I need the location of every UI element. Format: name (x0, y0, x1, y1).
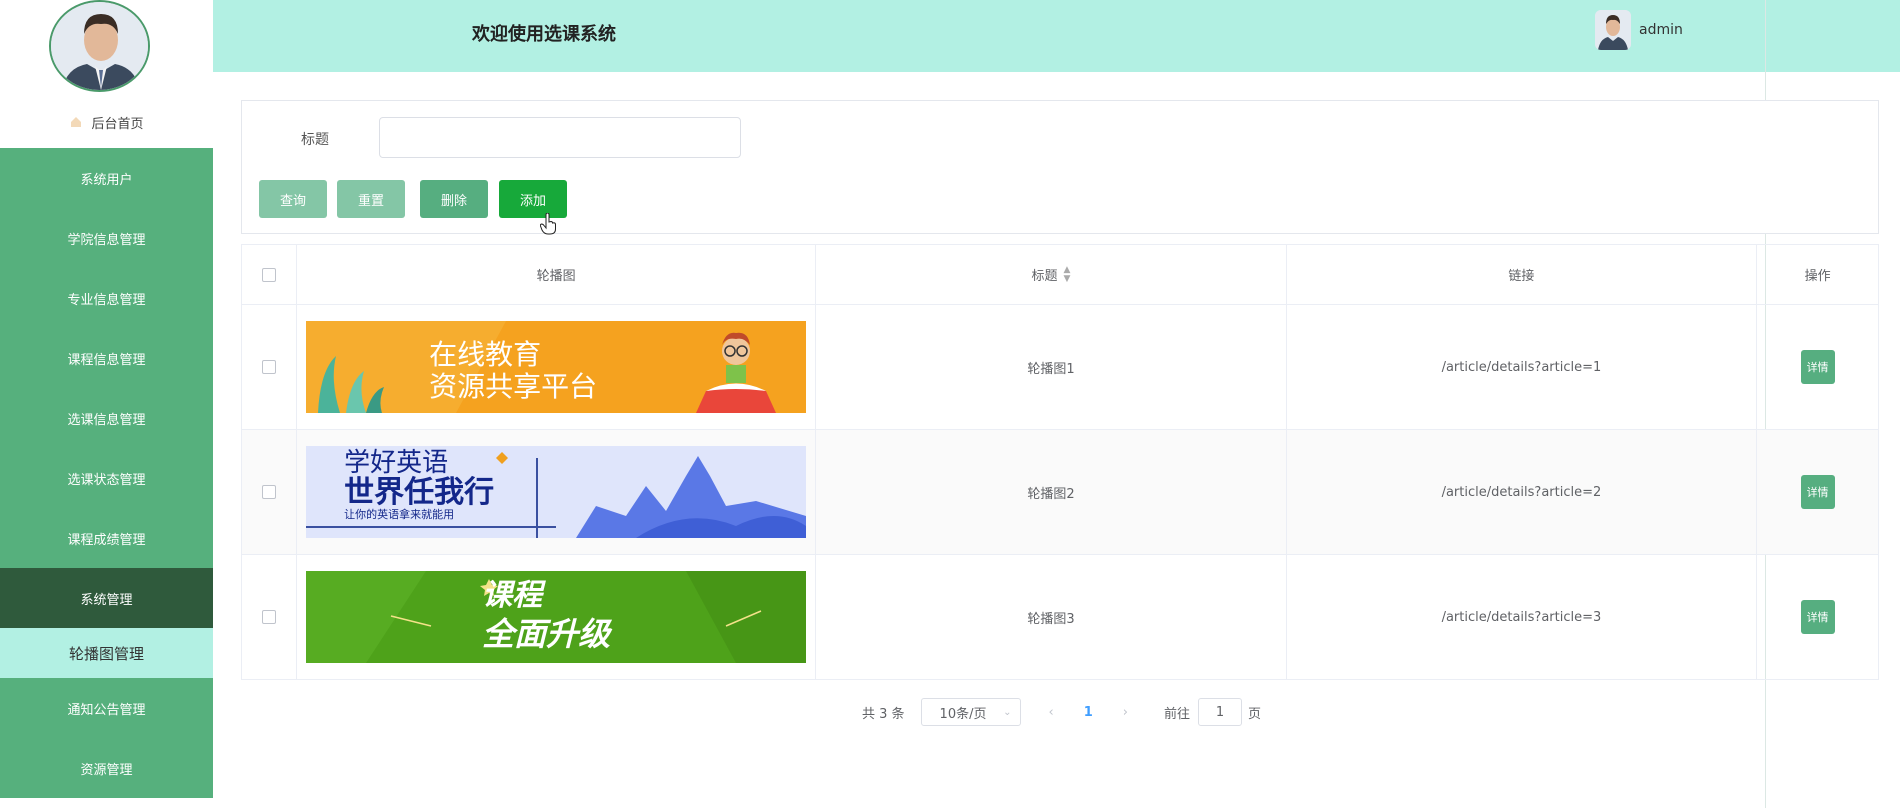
sort-icon[interactable]: ▲ ▼ (1064, 265, 1071, 284)
sidebar: 后台首页 系统用户 学院信息管理 专业信息管理 课程信息管理 选课信息管理 选课… (0, 0, 213, 808)
home-icon (71, 117, 82, 127)
carousel-table: 轮播图 标题 ▲ ▼ 链接 操作 在线教育 资源共享平台 轮播图1 /artic… (241, 244, 1879, 680)
sidebar-item-selection-status[interactable]: 选课状态管理 (0, 448, 213, 508)
row-link: /article/details?article=2 (1287, 430, 1758, 554)
pagination: 共 3 条 10条/页 ⌄ ‹ 1 › 前往 1 页 (862, 698, 1261, 726)
banner-text: 全面升级 (482, 615, 611, 653)
column-header-title[interactable]: 标题 ▲ ▼ (816, 245, 1287, 304)
title-search-input[interactable] (379, 117, 741, 158)
chevron-down-icon: ⌄ (1003, 706, 1012, 718)
sidebar-item-notice[interactable]: 通知公告管理 (0, 678, 213, 738)
user-avatar (1595, 10, 1631, 50)
reset-button[interactable]: 重置 (337, 180, 405, 218)
column-header-image: 轮播图 (297, 245, 817, 304)
delete-button[interactable]: 删除 (420, 180, 488, 218)
home-label: 后台首页 (91, 116, 144, 132)
table-header: 轮播图 标题 ▲ ▼ 链接 操作 (242, 245, 1878, 305)
banner-text: 在线教育 (429, 338, 542, 371)
row-link: /article/details?article=1 (1287, 305, 1758, 429)
current-page[interactable]: 1 (1084, 705, 1093, 720)
table-row: 在线教育 资源共享平台 轮播图1 /article/details?articl… (242, 305, 1878, 430)
sidebar-item-resources[interactable]: 资源管理 (0, 738, 213, 798)
row-checkbox[interactable] (261, 485, 276, 499)
table-row: 学好英语 世界任我行 让你的英语拿来就能用 轮播图2 /article/deta… (242, 430, 1878, 555)
column-header-actions: 操作 (1804, 269, 1831, 284)
admin-avatar (49, 0, 150, 92)
row-title: 轮播图3 (816, 555, 1287, 679)
detail-button[interactable]: 详情 (1800, 350, 1835, 384)
row-title: 轮播图1 (816, 305, 1287, 429)
sidebar-item-major[interactable]: 专业信息管理 (0, 268, 213, 328)
user-menu[interactable]: admin (1595, 10, 1683, 50)
row-link: /article/details?article=3 (1287, 555, 1758, 679)
home-link[interactable]: 后台首页 (0, 110, 213, 134)
username: admin (1639, 22, 1683, 38)
detail-button[interactable]: 详情 (1800, 600, 1835, 634)
row-title: 轮播图2 (816, 430, 1287, 554)
sidebar-item-college[interactable]: 学院信息管理 (0, 208, 213, 268)
column-header-link: 链接 (1287, 245, 1758, 304)
title-filter-label: 标题 (301, 132, 329, 148)
sidebar-item-selection[interactable]: 选课信息管理 (0, 388, 213, 448)
goto-page-input[interactable]: 1 (1198, 698, 1243, 726)
next-page-icon[interactable]: › (1123, 705, 1128, 720)
sidebar-item-system[interactable]: 系统管理 (0, 568, 213, 628)
search-panel: 标题 查询 重置 删除 添加 (241, 100, 1879, 235)
sidebar-item-grades[interactable]: 课程成绩管理 (0, 508, 213, 568)
total-count: 共 3 条 (862, 706, 905, 722)
goto-label: 前往 (1164, 706, 1191, 722)
carousel-image: 课程 全面升级 (306, 571, 807, 663)
sidebar-menu: 系统用户 学院信息管理 专业信息管理 课程信息管理 选课信息管理 选课状态管理 … (0, 148, 213, 798)
banner-text: 资源共享平台 (429, 370, 598, 403)
banner-text: 让你的英语拿来就能用 (344, 508, 455, 521)
column-header-title-label: 标题 (1031, 269, 1058, 284)
carousel-image: 学好英语 世界任我行 让你的英语拿来就能用 (306, 446, 807, 538)
hand-cursor-icon (540, 213, 556, 235)
carousel-image: 在线教育 资源共享平台 (306, 321, 807, 413)
detail-button[interactable]: 详情 (1800, 475, 1835, 509)
page-title: 欢迎使用选课系统 (472, 24, 616, 45)
top-header: 欢迎使用选课系统 admin (213, 0, 1900, 72)
sidebar-item-course[interactable]: 课程信息管理 (0, 328, 213, 388)
page-size-value: 10条/页 (939, 706, 987, 722)
sidebar-item-carousel[interactable]: 轮播图管理 (0, 628, 213, 678)
select-all-checkbox[interactable] (261, 267, 276, 282)
prev-page-icon[interactable]: ‹ (1049, 705, 1054, 720)
sidebar-item-system-users[interactable]: 系统用户 (0, 148, 213, 208)
query-button[interactable]: 查询 (259, 180, 327, 218)
page-size-select[interactable]: 10条/页 ⌄ (920, 698, 1021, 726)
banner-text: 课程 (482, 578, 543, 613)
row-checkbox[interactable] (261, 360, 276, 374)
table-row: 课程 全面升级 轮播图3 /article/details?article=3 … (242, 555, 1878, 680)
page-unit-label: 页 (1248, 706, 1262, 722)
banner-text: 世界任我行 (344, 475, 495, 510)
row-checkbox[interactable] (261, 610, 276, 624)
banner-text: 学好英语 (344, 448, 449, 478)
